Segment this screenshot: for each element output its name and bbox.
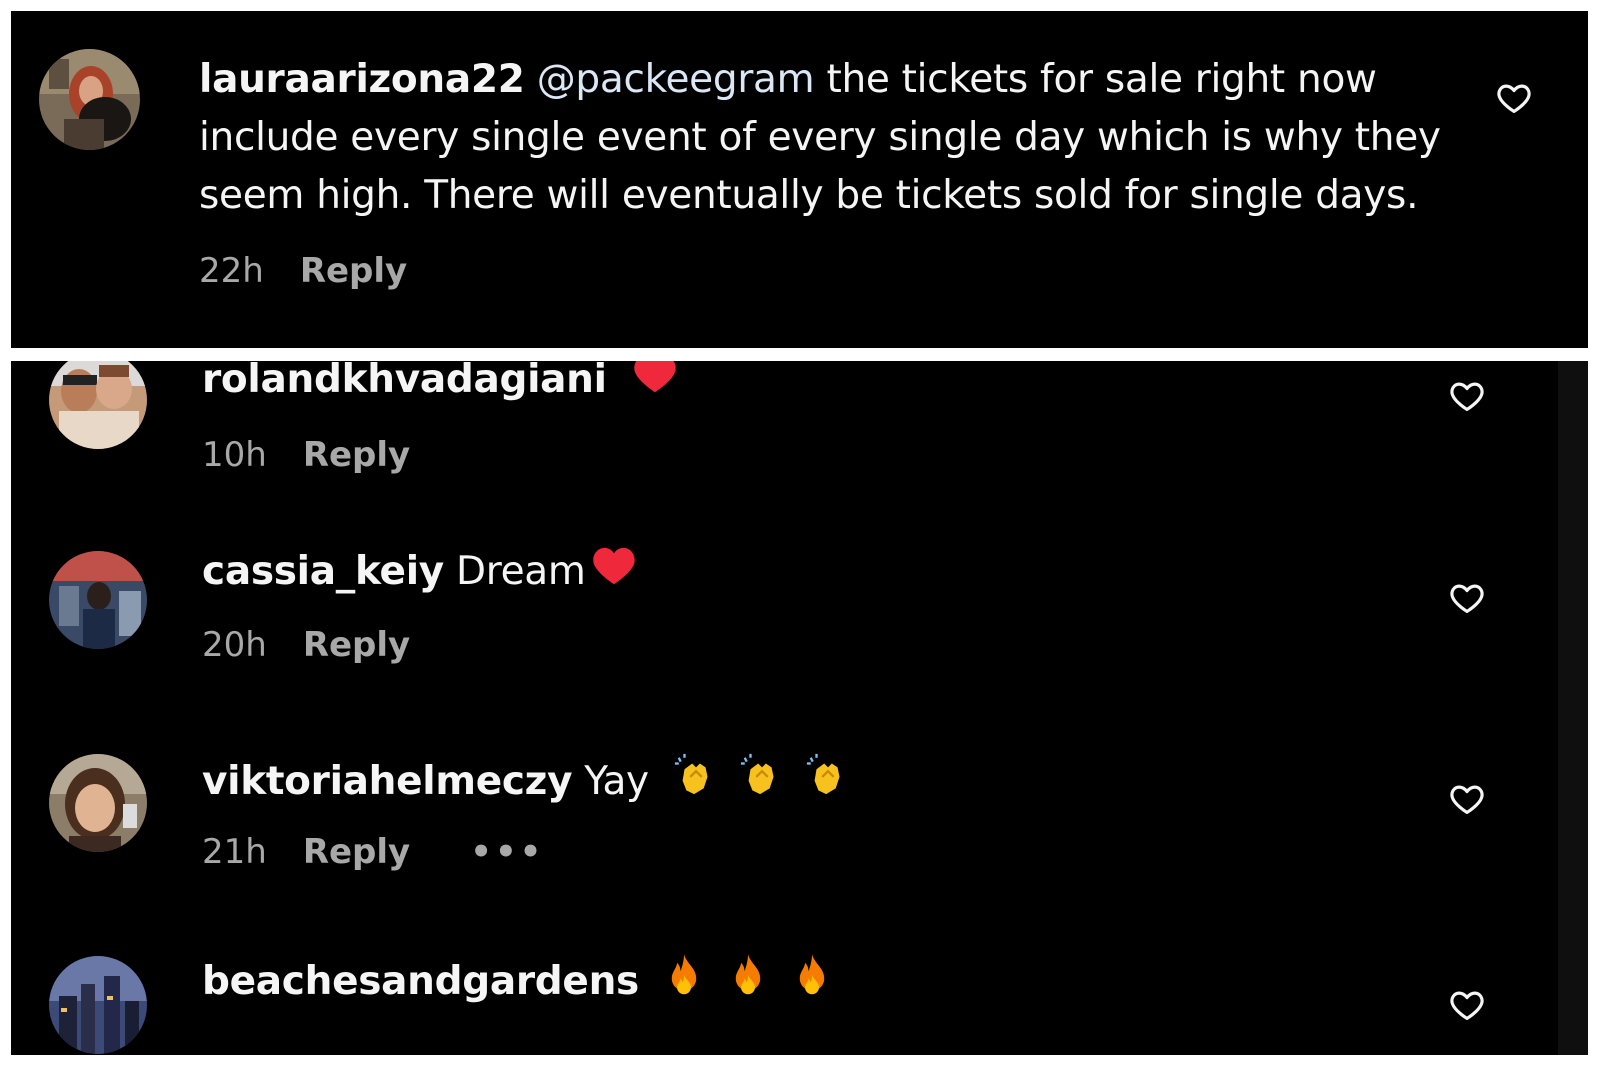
comment-item: viktoriahelmeczy Yay 21h Reply ••• xyxy=(11,752,1588,934)
timestamp: 22h xyxy=(199,251,264,291)
avatar[interactable] xyxy=(49,551,147,649)
avatar[interactable] xyxy=(39,49,140,150)
comment-text-line: the tickets for sale right now xyxy=(814,57,1377,102)
comment-text: Dream xyxy=(443,549,586,594)
heart-outline-icon[interactable] xyxy=(1448,579,1486,617)
reply-button[interactable]: Reply xyxy=(303,435,410,475)
comment-item: cassia_keiy Dream 20h Reply xyxy=(11,547,1588,731)
comment-meta: 10h Reply xyxy=(202,435,410,475)
comment-meta: 22h Reply xyxy=(199,251,407,291)
comment-item: beachesandgardens xyxy=(11,954,1588,1055)
comment-panel-bottom: rolandkhvadagiani 10h Reply cassia_keiy … xyxy=(11,361,1588,1055)
avatar[interactable] xyxy=(49,956,147,1054)
comment-body: cassia_keiy Dream xyxy=(202,543,636,603)
username[interactable]: viktoriahelmeczy xyxy=(202,759,573,804)
heart-outline-icon[interactable] xyxy=(1495,79,1533,117)
username[interactable]: lauraarizona22 xyxy=(199,57,525,102)
username[interactable]: rolandkhvadagiani xyxy=(202,361,607,402)
comment-body: beachesandgardens xyxy=(202,952,833,1015)
more-options-button[interactable]: ••• xyxy=(470,832,544,872)
avatar[interactable] xyxy=(49,754,147,852)
avatar[interactable] xyxy=(49,361,147,449)
timestamp: 20h xyxy=(202,625,267,665)
comment-text-line: seem high. There will eventually be tick… xyxy=(199,173,1419,218)
comment-panel-top: lauraarizona22 @packeegram the tickets f… xyxy=(11,11,1588,348)
heart-outline-icon[interactable] xyxy=(1448,377,1486,415)
screenshot-collage: lauraarizona22 @packeegram the tickets f… xyxy=(0,0,1600,1067)
username[interactable]: beachesandgardens xyxy=(202,959,639,1004)
timestamp: 10h xyxy=(202,435,267,475)
red-heart-icon xyxy=(633,361,677,411)
fire-icon xyxy=(791,952,833,1015)
reply-button[interactable]: Reply xyxy=(300,251,407,291)
comment-meta: 21h Reply ••• xyxy=(202,832,544,872)
heart-outline-icon[interactable] xyxy=(1448,986,1486,1024)
username[interactable]: cassia_keiy xyxy=(202,549,444,594)
timestamp: 21h xyxy=(202,832,267,872)
reply-button[interactable]: Reply xyxy=(303,625,410,665)
fire-icon xyxy=(727,952,769,1015)
clapping-hands-icon xyxy=(805,752,851,815)
clapping-hands-icon xyxy=(673,752,719,815)
comment-meta: 20h Reply xyxy=(202,625,410,665)
comment-body: lauraarizona22 @packeegram the tickets f… xyxy=(199,51,1441,225)
comment-body: viktoriahelmeczy Yay xyxy=(202,752,851,815)
comment-text: Yay xyxy=(572,759,649,804)
comment-item: rolandkhvadagiani 10h Reply xyxy=(11,361,1588,521)
comment-text-line: include every single event of every sing… xyxy=(199,115,1441,160)
fire-icon xyxy=(663,952,705,1015)
comment-item: lauraarizona22 @packeegram the tickets f… xyxy=(11,11,1588,348)
heart-outline-icon[interactable] xyxy=(1448,780,1486,818)
mention-link[interactable]: @packeegram xyxy=(537,57,815,102)
reply-button[interactable]: Reply xyxy=(303,832,410,872)
red-heart-icon xyxy=(592,545,636,603)
comment-body: rolandkhvadagiani xyxy=(202,361,677,411)
clapping-hands-icon xyxy=(739,752,785,815)
